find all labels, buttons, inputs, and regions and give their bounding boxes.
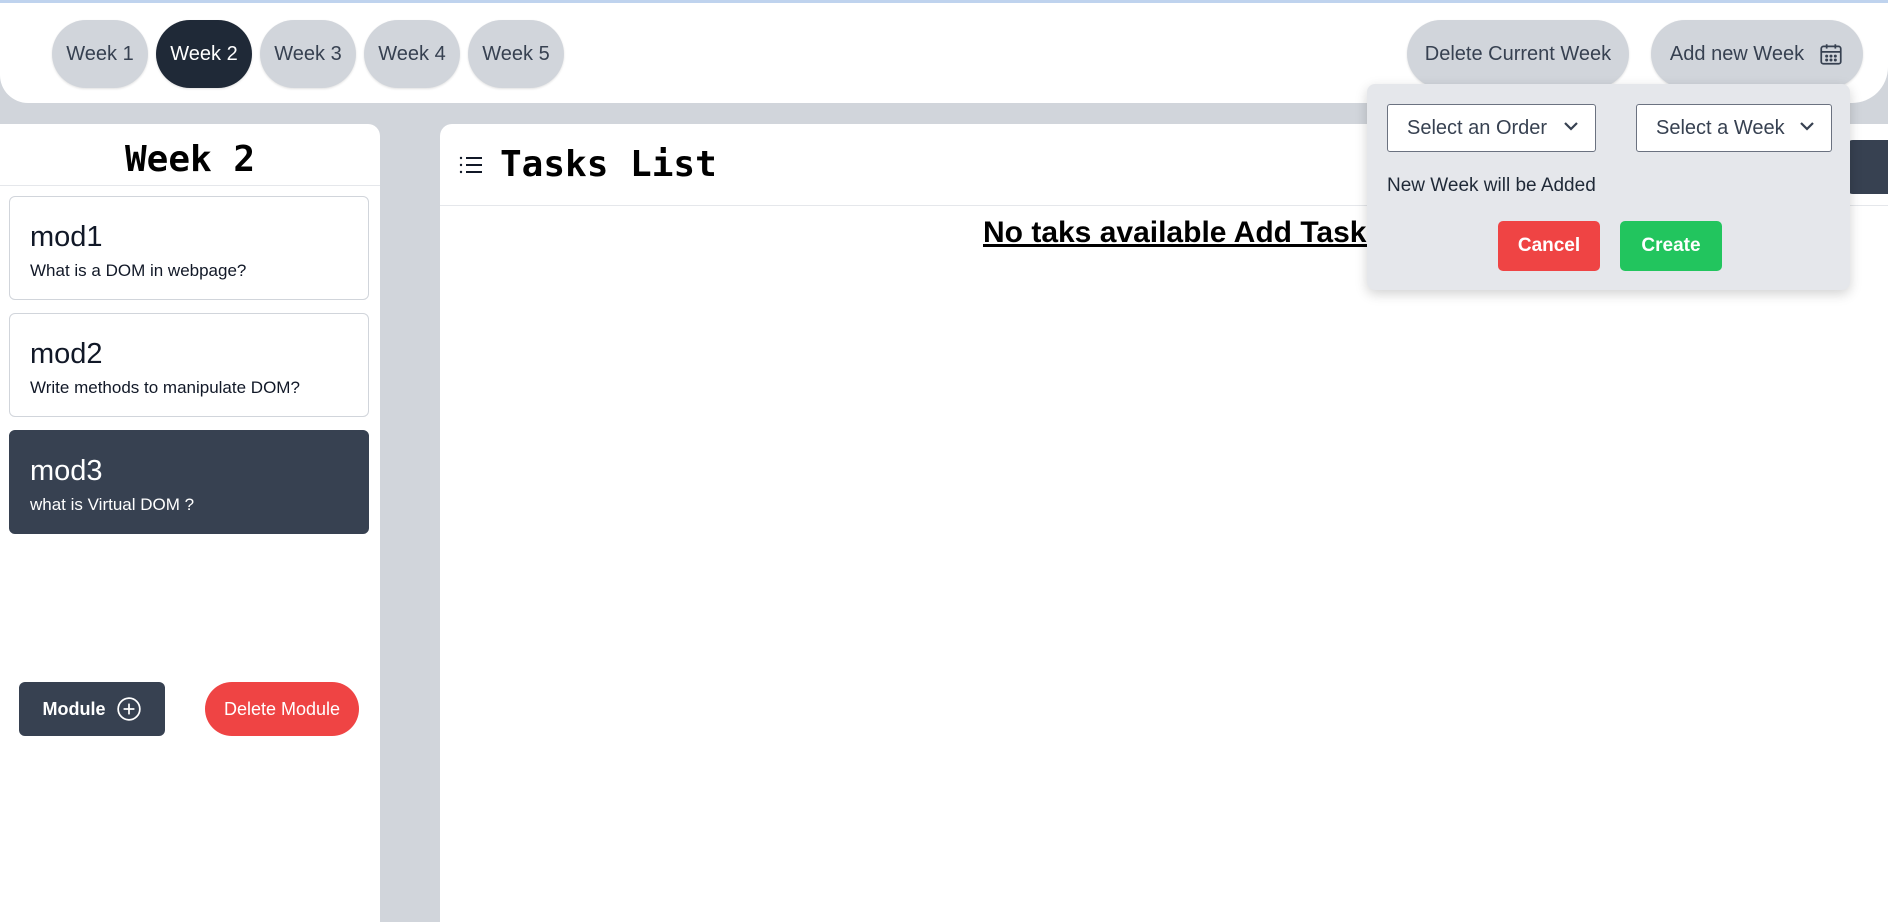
week-tab-3[interactable]: Week 3 <box>260 20 356 88</box>
add-week-popover: Select an Order Select a Week New Week w… <box>1367 84 1850 290</box>
no-tasks-message[interactable]: No taks available Add Tasks <box>983 216 1383 250</box>
cancel-button[interactable]: Cancel <box>1498 221 1600 271</box>
sidebar-week-title: Week 2 <box>124 139 256 180</box>
list-icon <box>459 156 482 174</box>
module-name: mod1 <box>30 221 103 253</box>
tasks-list-title: Tasks List <box>500 144 717 185</box>
module-card-mod3[interactable]: mod3 what is Virtual DOM ? <box>9 430 369 534</box>
order-select[interactable]: Select an Order <box>1387 104 1596 152</box>
calendar-icon <box>1820 44 1842 65</box>
chevron-down-icon <box>1800 122 1814 131</box>
module-card-mod2[interactable]: mod2 Write methods to manipulate DOM? <box>9 313 369 417</box>
module-description: Write methods to manipulate DOM? <box>30 378 300 397</box>
week-select[interactable]: Select a Week <box>1636 104 1832 152</box>
chevron-down-icon <box>1564 122 1578 131</box>
add-task-button[interactable] <box>1845 140 1888 194</box>
week-tabs: Week 1 Week 2 Week 3 Week 4 Week 5 <box>52 20 564 88</box>
week-tab-5[interactable]: Week 5 <box>468 20 564 88</box>
module-card-mod1[interactable]: mod1 What is a DOM in webpage? <box>9 196 369 300</box>
delete-module-button[interactable]: Delete Module <box>205 682 359 736</box>
add-new-week-label: Add new Week <box>1669 42 1805 65</box>
create-button[interactable]: Create <box>1620 221 1722 271</box>
module-description: What is a DOM in webpage? <box>30 261 247 280</box>
module-name: mod3 <box>30 455 103 487</box>
module-name: mod2 <box>30 338 103 370</box>
add-new-week-button[interactable]: Add new Week <box>1651 20 1863 88</box>
delete-current-week-button[interactable]: Delete Current Week <box>1407 20 1629 88</box>
week-tab-1[interactable]: Week 1 <box>52 20 148 88</box>
week-select-value: Select a Week <box>1656 116 1785 139</box>
order-select-value: Select an Order <box>1407 116 1548 139</box>
plus-circle-icon <box>116 697 141 721</box>
sidebar-divider <box>0 185 380 186</box>
add-module-label: Module <box>42 698 106 719</box>
add-module-button[interactable]: Module <box>19 682 165 736</box>
week-tab-4[interactable]: Week 4 <box>364 20 460 88</box>
new-week-message: New Week will be Added <box>1387 175 1596 196</box>
week-tab-2[interactable]: Week 2 <box>156 20 252 88</box>
modules-sidebar: Week 2 mod1 What is a DOM in webpage? mo… <box>0 124 380 922</box>
module-description: what is Virtual DOM ? <box>30 495 195 514</box>
